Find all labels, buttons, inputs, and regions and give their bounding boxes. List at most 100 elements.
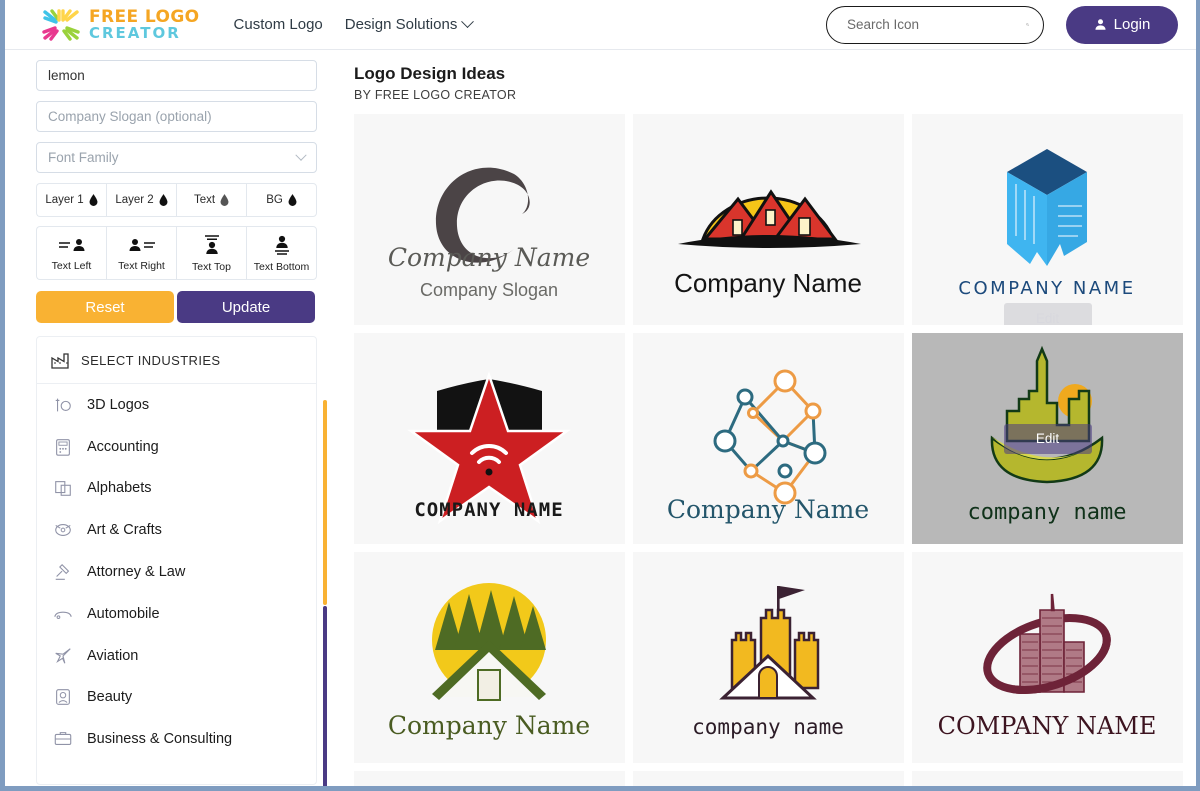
color-button-text[interactable]: Text	[176, 183, 246, 217]
align-button-text-left[interactable]: Text Left	[36, 226, 106, 280]
color-picker-row: Layer 1 Layer 2 Text BG	[36, 183, 317, 217]
font-family-select[interactable]: Font Family	[36, 142, 317, 173]
logo-card-partial-row[interactable]	[633, 771, 904, 786]
color-button-label: Layer 2	[115, 194, 154, 206]
page-body: Font Family Layer 1 Layer 2 Text BG	[5, 50, 1196, 786]
login-button[interactable]: Login	[1066, 5, 1178, 44]
logo-card-maroon-skyscraper-orbit[interactable]: COMPANY NAME	[912, 552, 1183, 763]
sidebar-scrollbar-thumb-bottom[interactable]	[323, 606, 327, 786]
factory-icon	[51, 353, 69, 369]
logo-card-red-star-shield-wifi[interactable]: COMPANY NAME	[354, 333, 625, 544]
align-button-text-bottom[interactable]: Text Bottom	[246, 226, 317, 280]
logo-company-name: company name	[968, 500, 1127, 525]
pinwheel-logo-icon	[42, 8, 80, 41]
logo-slogan: Company Slogan	[420, 280, 558, 300]
logo-card-blue-3d-cube-building[interactable]: COMPANY NAME Edit	[912, 114, 1183, 325]
industry-item-art-crafts[interactable]: Art & Crafts	[37, 509, 316, 551]
logo-preview: Company Name	[388, 583, 590, 740]
industry-label: Aviation	[87, 647, 139, 664]
brand-name-primary: FREE LOGO	[89, 6, 200, 27]
logo-company-name: Company Name	[667, 495, 869, 524]
nav-label: Design Solutions	[344, 16, 458, 33]
brand-name-secondary: CREATOR	[89, 23, 181, 42]
nav-item-custom-logo[interactable]: Custom Logo	[234, 16, 323, 33]
industry-label: Accounting	[87, 438, 159, 455]
text-left-icon	[58, 238, 84, 251]
align-button-text-right[interactable]: Text Right	[106, 226, 176, 280]
logo-company-name: Company Name	[388, 243, 590, 272]
search-icon[interactable]	[1026, 16, 1029, 33]
search-input[interactable]	[845, 16, 1026, 33]
droplet-icon	[220, 194, 229, 206]
droplet-icon	[89, 194, 98, 206]
color-button-label: Layer 1	[45, 194, 84, 206]
color-button-layer2[interactable]: Layer 2	[106, 183, 176, 217]
text-align-row: Text Left Text Right Text Top Text Botto…	[36, 226, 317, 280]
logo-company-name: COMPANY NAME	[938, 712, 1157, 740]
color-button-layer1[interactable]: Layer 1	[36, 183, 106, 217]
logo-card-network-nodes-diamond[interactable]: Company Name	[633, 333, 904, 544]
logo-preview: COMPANY NAME	[938, 593, 1157, 740]
color-button-label: BG	[266, 194, 283, 206]
logo-company-name: company name	[692, 715, 844, 739]
logo-gallery: Logo Design Ideas BY FREE LOGO CREATOR C…	[328, 50, 1196, 786]
company-name-input[interactable]	[36, 60, 317, 91]
align-button-text-top[interactable]: Text Top	[176, 226, 246, 280]
beauty-face-icon	[56, 689, 70, 706]
logo-preview: Company Name Company Slogan	[388, 167, 590, 300]
main-nav: Custom Logo Design Solutions	[234, 15, 475, 33]
brand-logo[interactable]: FREE LOGO CREATOR	[41, 8, 200, 42]
logo-card-script-c-monogram[interactable]: Company Name Company Slogan	[354, 114, 625, 325]
industry-item-beauty[interactable]: Beauty	[37, 677, 316, 719]
update-button[interactable]: Update	[177, 291, 315, 323]
industry-item-automobile[interactable]: Automobile	[37, 593, 316, 635]
industries-header-label: SELECT INDUSTRIES	[81, 352, 221, 368]
logo-card-cabin-pine-forest[interactable]: Company Name	[354, 552, 625, 763]
logo-preview: COMPANY NAME	[958, 149, 1135, 299]
logo-card-yellow-castle-flag[interactable]: company name	[633, 552, 904, 763]
industry-label: Automobile	[87, 605, 160, 622]
logo-company-name: COMPANY NAME	[958, 278, 1135, 299]
industry-item-alphabets[interactable]: Alphabets	[37, 468, 316, 510]
industry-item-3d-logos[interactable]: 3D Logos	[37, 384, 316, 426]
text-top-icon	[204, 234, 219, 254]
login-label: Login	[1113, 16, 1151, 33]
logo-preview: company name	[692, 586, 844, 739]
droplet-icon	[288, 194, 297, 206]
search-box[interactable]	[826, 5, 1044, 44]
logo-company-name: COMPANY NAME	[414, 499, 563, 521]
logo-preview: Company Name	[667, 369, 869, 524]
logo-card-green-city-leaf[interactable]: company name Edit	[912, 333, 1183, 544]
droplet-icon	[159, 194, 168, 206]
logo-card-red-houses-sunset[interactable]: Company Name	[633, 114, 904, 325]
align-button-label: Text Top	[192, 260, 231, 273]
industry-label: Alphabets	[87, 480, 152, 497]
reset-button[interactable]: Reset	[36, 291, 174, 323]
edit-button[interactable]: Edit	[1003, 303, 1092, 325]
color-button-bg[interactable]: BG	[246, 183, 317, 217]
chevron-down-icon	[295, 149, 307, 161]
align-button-label: Text Left	[51, 259, 92, 272]
site-header: FREE LOGO CREATOR Custom Logo Design Sol…	[5, 0, 1196, 50]
logo-card-partial-row[interactable]	[354, 771, 625, 786]
industries-list[interactable]: 3D Logos Accounting Alphabets Art & Craf…	[37, 384, 316, 784]
industry-item-aviation[interactable]: Aviation	[37, 635, 316, 677]
logo-card-partial-row[interactable]	[912, 771, 1183, 786]
industry-item-accounting[interactable]: Accounting	[37, 426, 316, 468]
industry-label: Business & Consulting	[87, 731, 233, 748]
gavel-icon	[55, 564, 70, 580]
nav-item-design-solutions[interactable]: Design Solutions	[344, 15, 475, 33]
logo-card-grid: Company Name Company Slogan Company Name…	[354, 114, 1186, 786]
industry-label: Attorney & Law	[87, 564, 186, 581]
text-right-icon	[129, 238, 155, 251]
industry-item-attorney-law[interactable]: Attorney & Law	[37, 551, 316, 593]
sidebar-scrollbar-thumb-top[interactable]	[323, 400, 327, 605]
industry-item-business-consulting[interactable]: Business & Consulting	[37, 718, 316, 760]
align-button-label: Text Right	[118, 259, 165, 272]
briefcase-icon	[54, 732, 72, 746]
edit-button[interactable]: Edit	[1003, 423, 1092, 454]
logo-company-name: Company Name	[674, 268, 862, 298]
chevron-down-icon	[461, 15, 475, 29]
company-slogan-input[interactable]	[36, 101, 317, 132]
logo-company-name: Company Name	[388, 711, 590, 740]
